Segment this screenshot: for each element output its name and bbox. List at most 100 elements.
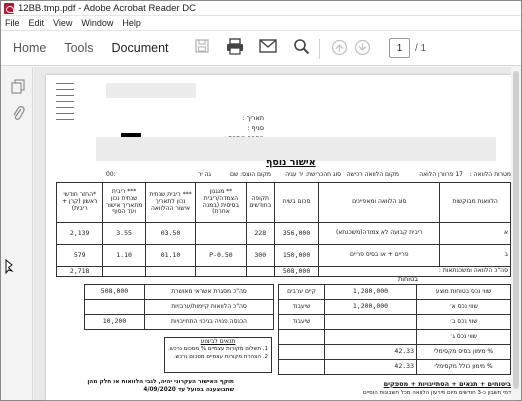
- date-field-label: תאריך :: [242, 114, 265, 122]
- max-total-financing-label: % מימון כולל מקסימלי: [416, 359, 511, 375]
- row-b-period: 300: [245, 244, 275, 267]
- collateral-type-2: שיעבוד: [278, 314, 325, 330]
- scrollbar-thumb[interactable]: [513, 71, 519, 389]
- save-icon[interactable]: [193, 37, 211, 55]
- mouse-cursor-icon: [4, 258, 14, 278]
- row-b-type: פריים + או בסיס פריים: [318, 244, 441, 267]
- total-monthly: 2,718: [55, 265, 104, 278]
- disposable-income-label: הכנסה פנויה בניכוי התחייבויות: [144, 314, 274, 330]
- collateral-label-2: שווי נכס ב׳: [416, 314, 511, 330]
- col-requested-loans: הלוואות מבוקשות: [439, 182, 511, 223]
- pdf-page: תאריך : סניף : מספר כיתבת : אישור נוסף מ…: [46, 75, 516, 400]
- purchase-type: סוג חהכרישת: יר עגיה: [285, 171, 341, 178]
- page-thumbnails-icon[interactable]: [11, 79, 25, 94]
- row-b-index: P-0.50: [195, 244, 247, 267]
- total-amount: 508,000: [273, 265, 320, 278]
- collateral-table: קיים ערבים 1,280,000 שווי נכס בטוחות מוצ…: [278, 284, 511, 375]
- existing-loans-value: [84, 299, 145, 315]
- col-monthly-payment: *החזר חודשי ראשון (קרן + ריבית): [55, 182, 104, 223]
- tool-icons: [193, 37, 325, 55]
- print-icon[interactable]: [226, 37, 244, 55]
- conditions-box: תנאים לביצוע 1. תשלום מקורות עצמיים % מס…: [164, 337, 272, 373]
- menu-edit[interactable]: Edit: [29, 18, 45, 28]
- condition-item-1: 1. תשלום מקורות עצמיים % מסכום נרכש.: [168, 346, 268, 352]
- window-title: 12BB.tmp.pdf - Adobe Acrobat Reader DC: [18, 2, 196, 14]
- existing-loans-label: סה"כ הלוואות קיימות/ערבויות: [144, 299, 274, 315]
- credit-limit-label: סה"כ מסגרת אשראי מאושרת: [144, 284, 274, 300]
- header-decoration: [56, 83, 74, 125]
- row-a-label: א: [439, 222, 511, 245]
- validity-note: תוקף האישור העקרוני יהיה, לגבי הלוואות א…: [87, 379, 234, 393]
- insurance-conditions-title: ביטוחים + תנאים + הסתייגויות + מספקים: [383, 380, 511, 388]
- row-b-monthly: 579: [55, 244, 104, 267]
- collateral-value-2: [324, 314, 417, 330]
- insurance-conditions-text: דמי חשבון כ-3 חודשים מיום פירעון הלוואה …: [363, 390, 511, 396]
- table-row: 2,139 3.55 03.50 228 356,000 ריבית קבועה…: [55, 222, 511, 245]
- next-page-icon[interactable]: [354, 39, 371, 59]
- max-total-financing-value: 42.33: [324, 359, 417, 375]
- issue-place: מקום הוצס: שם: [229, 171, 271, 178]
- attachments-icon[interactable]: [11, 105, 25, 120]
- col-period-months: תקופה בחודשים: [245, 182, 275, 223]
- tab-home[interactable]: Home: [13, 41, 46, 55]
- credit-summary-table: 508,000 סה"כ מסגרת אשראי מאושרת סה"כ הלו…: [84, 284, 274, 330]
- page-number-input[interactable]: 1: [389, 38, 410, 58]
- collateral-label-1: שווי נכס א׳: [416, 299, 511, 315]
- col-indexation: ** מנגנון הצמדה/ריבית בסיסית (במנה אחרת): [195, 182, 247, 223]
- navigation-pane: [1, 67, 33, 400]
- document-heading: אישור נוסף: [266, 157, 316, 168]
- menu-file[interactable]: File: [5, 18, 20, 28]
- collateral-value-3: [324, 329, 417, 345]
- max-base-financing-value: 42.33: [324, 344, 417, 360]
- condition-item-2: 2. הצהרת מקורות עצמיים מסכום נרכש.: [173, 354, 268, 360]
- row-a-amount: 356,000: [273, 222, 320, 245]
- tab-tools[interactable]: Tools: [64, 41, 93, 55]
- loans-table-header: *החזר חודשי ראשון (קרן + ריבית) *** ריבי…: [55, 182, 511, 223]
- col-rate-at-approval: *** ריבית שנתית נכון לתאריך אישור ההלווא…: [144, 182, 197, 223]
- col-amount: סכום בשיח: [273, 182, 320, 223]
- menu-bar: File Edit View Window Help: [1, 16, 521, 31]
- row-a-rate-end: 3.55: [102, 222, 146, 245]
- page-total-label: / 1: [415, 43, 427, 54]
- acrobat-app-icon: [4, 2, 14, 14]
- row-b-label: ב: [439, 244, 511, 267]
- main-toolbar: Home Tools Document 1 / 1: [1, 31, 521, 66]
- collateral-title: בטוחות: [398, 275, 419, 283]
- vertical-scrollbar[interactable]: [511, 67, 521, 400]
- subheader-row: מטרות הלוואה : 17 פרוורן הלואה מקום הלוו…: [106, 171, 511, 181]
- branch-field-label: סניף :: [247, 124, 264, 132]
- previous-page-icon[interactable]: [331, 39, 348, 59]
- period-label: גה יר: [197, 171, 211, 178]
- loans-table: *החזר חודשי ראשון (קרן + ריבית) *** ריבי…: [55, 182, 511, 278]
- row-a-rate: 03.50: [144, 222, 197, 245]
- col-rate-until-end: *** ריבית שנתית נכון מתאריך אישור ועד הס…: [102, 182, 146, 223]
- row-a-period: 228: [245, 222, 275, 245]
- collateral-value-0: 1,280,000: [324, 284, 417, 300]
- collateral-type-1: שיעבוד: [278, 299, 325, 315]
- toolbar-separator: [319, 39, 320, 59]
- collateral-type-3: [278, 329, 325, 345]
- title-bar: 12BB.tmp.pdf - Adobe Acrobat Reader DC: [1, 1, 521, 16]
- conditions-title: תנאים לביצוע: [200, 338, 236, 345]
- tab-document[interactable]: Document: [112, 41, 169, 55]
- row-b-rate: 01.10: [144, 244, 197, 267]
- totals-row: 2,718 508,000 סה"כ הלוואה ומשכנתאות :: [55, 265, 511, 278]
- redacted-header-box: [106, 83, 196, 98]
- document-view[interactable]: תאריך : סניף : מספר כיתבת : אישור נוסף מ…: [34, 67, 521, 400]
- menu-help[interactable]: Help: [122, 18, 141, 28]
- row-a-monthly: 2,139: [55, 222, 104, 245]
- max-base-financing-label: % מימון בסיס מקסימלי: [416, 344, 511, 360]
- disposable-income-value: 10,200: [84, 314, 145, 330]
- row-a-type: ריבית קבועה לא צמודה(משכנתא): [318, 222, 441, 245]
- email-icon[interactable]: [259, 37, 277, 55]
- row-b-amount: 150,000: [273, 244, 320, 267]
- collateral-label-3: שווי נכס ג׳: [416, 329, 511, 345]
- search-icon[interactable]: [292, 37, 310, 55]
- collateral-type-0: קיים ערבים: [278, 284, 325, 300]
- acrobat-window: 12BB.tmp.pdf - Adobe Acrobat Reader DC F…: [0, 0, 522, 401]
- collateral-value-1: 1,200,000: [324, 299, 417, 315]
- loan-file-number: 17 פרוורן הלואה: [419, 171, 463, 178]
- collateral-label-0: שווי נכס בטוחות מוצע: [416, 284, 511, 300]
- menu-window[interactable]: Window: [81, 18, 113, 28]
- menu-view[interactable]: View: [53, 18, 72, 28]
